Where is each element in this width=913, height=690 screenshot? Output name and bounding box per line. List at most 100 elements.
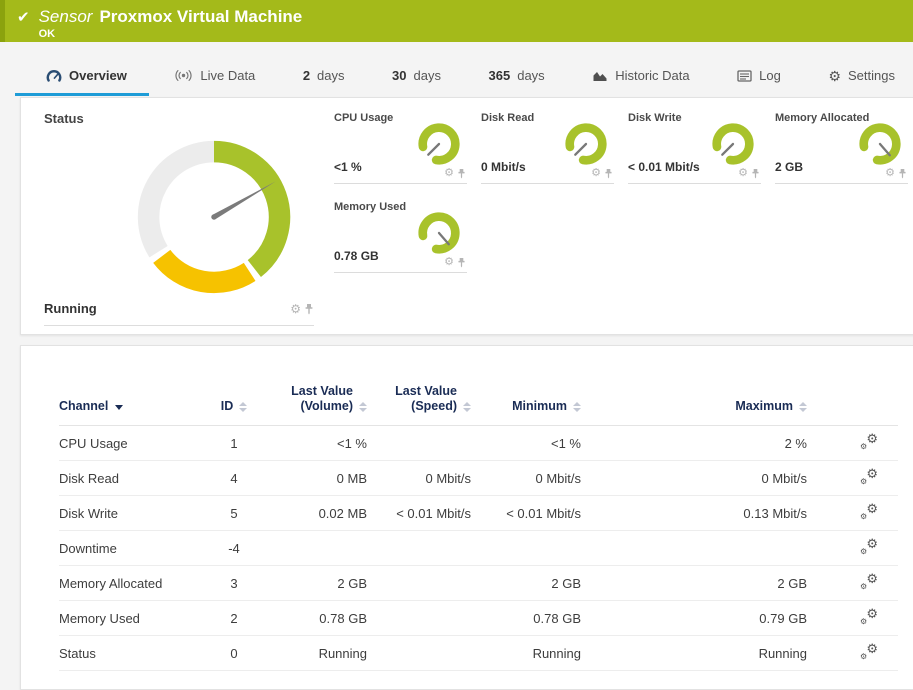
cell-minimum: 0.78 GB (471, 611, 581, 626)
tab-365-days-unit: days (517, 68, 544, 83)
sensor-titles: SensorProxmox Virtual Machine OK (39, 7, 303, 40)
log-list-icon (737, 70, 752, 82)
tab-settings[interactable]: ⚙ Settings (824, 55, 899, 96)
tab-log-label: Log (759, 68, 781, 83)
tab-historic-data[interactable]: Historic Data (588, 55, 693, 96)
cell-minimum: 2 GB (471, 576, 581, 591)
gauge-needle (575, 144, 586, 155)
cell-maximum: Running (581, 646, 807, 661)
channel-settings-gears-icon[interactable]: ⚙⚙ (860, 644, 878, 660)
cell-id: 1 (209, 436, 259, 451)
column-header-channel[interactable]: Channel (59, 399, 209, 414)
tab-2-days[interactable]: 2 days (299, 55, 349, 96)
tab-2-days-unit: days (317, 68, 344, 83)
cell-channel: Memory Used (59, 611, 209, 626)
channel-settings-gears-icon[interactable]: ⚙⚙ (860, 434, 878, 450)
column-header-last-value-volume[interactable]: Last Value(Volume) (259, 384, 367, 414)
channel-settings-gear-icon[interactable]: ⚙ (444, 257, 454, 268)
pin-icon[interactable] (898, 168, 907, 179)
channel-settings-gear-icon[interactable]: ⚙ (885, 168, 895, 179)
cell-channel: Status (59, 646, 209, 661)
mini-gauge-value: <1 % (334, 160, 362, 174)
cell-last-value-volume: <1 % (259, 436, 367, 451)
mini-gauge-value: 0.78 GB (334, 249, 379, 263)
gauge-chart (857, 121, 903, 167)
sensor-header: ✔ SensorProxmox Virtual Machine OK (0, 0, 913, 42)
tab-365-days-number: 365 (489, 68, 511, 83)
column-header-id[interactable]: ID (209, 399, 259, 414)
tab-2-days-number: 2 (303, 68, 310, 83)
tab-30-days-unit: days (414, 68, 441, 83)
tab-365-days[interactable]: 365 days (485, 55, 549, 96)
gauge-needle (722, 144, 733, 155)
channel-settings-gears-icon[interactable]: ⚙⚙ (860, 574, 878, 590)
gear-icon: ⚙ (828, 69, 841, 83)
cell-last-value-speed: < 0.01 Mbit/s (367, 506, 471, 521)
mini-gauge-memory-allocated: Memory Allocated 2 GB ⚙ (775, 112, 908, 184)
sort-icon (799, 402, 807, 412)
gauge-chart (416, 210, 462, 256)
tab-live-data-label: Live Data (200, 68, 255, 83)
channel-settings-gear-icon[interactable]: ⚙ (591, 168, 601, 179)
cell-maximum: 0.13 Mbit/s (581, 506, 807, 521)
cell-minimum: <1 % (471, 436, 581, 451)
tab-settings-label: Settings (848, 68, 895, 83)
sort-icon (239, 402, 247, 412)
channel-settings-gears-icon[interactable]: ⚙⚙ (860, 539, 878, 555)
channel-settings-gears-icon[interactable]: ⚙⚙ (860, 609, 878, 625)
column-header-last-value-speed[interactable]: Last Value(Speed) (367, 384, 471, 414)
cell-id: 0 (209, 646, 259, 661)
channel-settings-gear-icon[interactable]: ⚙ (290, 303, 301, 315)
status-gauge-chart (131, 134, 297, 300)
cell-last-value-speed: 0 Mbit/s (367, 471, 471, 486)
cell-last-value-volume: 0.02 MB (259, 506, 367, 521)
status-gauge-title: Status (44, 111, 84, 126)
gauge-chart (416, 121, 462, 167)
cell-last-value-volume: 0 MB (259, 471, 367, 486)
table-row-cpu-usage: CPU Usage 1 <1 % <1 % 2 % ⚙⚙ (59, 426, 898, 461)
tab-overview-label: Overview (69, 68, 127, 83)
cell-minimum: Running (471, 646, 581, 661)
table-row-downtime: Downtime -4 ⚙⚙ (59, 531, 898, 566)
tab-30-days-number: 30 (392, 68, 406, 83)
cell-last-value-volume: Running (259, 646, 367, 661)
cell-id: 4 (209, 471, 259, 486)
channel-settings-gear-icon[interactable]: ⚙ (738, 168, 748, 179)
sort-icon (573, 402, 581, 412)
mini-gauge-memory-used: Memory Used 0.78 GB ⚙ (334, 201, 467, 273)
gauge-chart (710, 121, 756, 167)
column-header-minimum[interactable]: Minimum (471, 399, 581, 414)
overview-gauges-panel: Status Running ⚙ CPU Usage <1 % ⚙ (20, 97, 913, 335)
channel-settings-gears-icon[interactable]: ⚙⚙ (860, 469, 878, 485)
pin-icon[interactable] (304, 303, 314, 315)
cell-minimum: 0 Mbit/s (471, 471, 581, 486)
tab-log[interactable]: Log (733, 55, 785, 96)
broadcast-icon (174, 69, 193, 82)
sort-icon (463, 402, 471, 412)
channel-settings-gear-icon[interactable]: ⚙ (444, 168, 454, 179)
sort-icon (359, 402, 367, 412)
status-gauge-footer: Running ⚙ (44, 301, 314, 326)
mini-gauge-value: < 0.01 Mbit/s (628, 160, 700, 174)
table-header-row: Channel ID Last Value(Volume) Last Value… (59, 384, 898, 426)
cell-id: 2 (209, 611, 259, 626)
table-row-memory-used: Memory Used 2 0.78 GB 0.78 GB 0.79 GB ⚙⚙ (59, 601, 898, 636)
channel-settings-gears-icon[interactable]: ⚙⚙ (860, 504, 878, 520)
column-header-maximum[interactable]: Maximum (581, 399, 807, 414)
cell-last-value-volume: 0.78 GB (259, 611, 367, 626)
pin-icon[interactable] (457, 257, 466, 268)
mini-gauge-disk-write: Disk Write < 0.01 Mbit/s ⚙ (628, 112, 761, 184)
cell-id: 5 (209, 506, 259, 521)
cell-id: -4 (209, 541, 259, 556)
pin-icon[interactable] (751, 168, 760, 179)
tab-overview[interactable]: Overview (42, 55, 131, 96)
tab-historic-data-label: Historic Data (615, 68, 689, 83)
tab-30-days[interactable]: 30 days (388, 55, 445, 96)
mini-gauge-value: 0 Mbit/s (481, 160, 526, 174)
gauge-needle (439, 233, 449, 244)
pin-icon[interactable] (604, 168, 613, 179)
channels-table: Channel ID Last Value(Volume) Last Value… (21, 384, 913, 671)
gauge-needle (428, 144, 439, 155)
tab-live-data[interactable]: Live Data (170, 55, 259, 96)
pin-icon[interactable] (457, 168, 466, 179)
